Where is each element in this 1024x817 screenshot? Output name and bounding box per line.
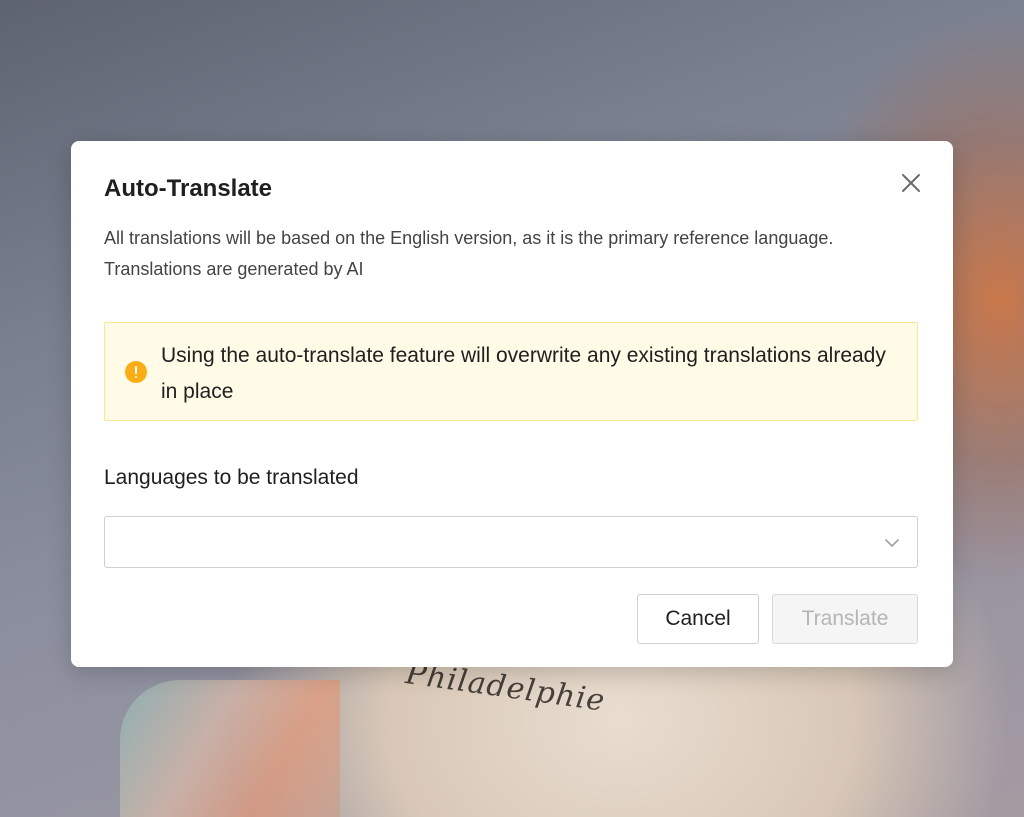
globe-map-region [120, 680, 340, 817]
auto-translate-dialog: Auto-Translate All translations will be … [71, 141, 953, 667]
exclamation-circle-icon [125, 361, 147, 383]
dialog-title: Auto-Translate [104, 175, 273, 202]
warning-alert: Using the auto-translate feature will ov… [104, 322, 918, 421]
warning-text: Using the auto-translate feature will ov… [161, 344, 886, 403]
translate-button[interactable]: Translate [772, 594, 918, 644]
languages-field-label: Languages to be translated [104, 466, 359, 489]
chevron-down-icon [885, 539, 899, 547]
languages-select[interactable] [104, 516, 918, 568]
description-line: All translations will be based on the En… [104, 228, 834, 248]
description-line: Translations are generated by AI [104, 259, 364, 279]
cancel-button[interactable]: Cancel [637, 594, 759, 644]
close-button[interactable] [897, 169, 925, 197]
dialog-description: All translations will be based on the En… [104, 223, 924, 285]
close-icon [902, 174, 920, 192]
